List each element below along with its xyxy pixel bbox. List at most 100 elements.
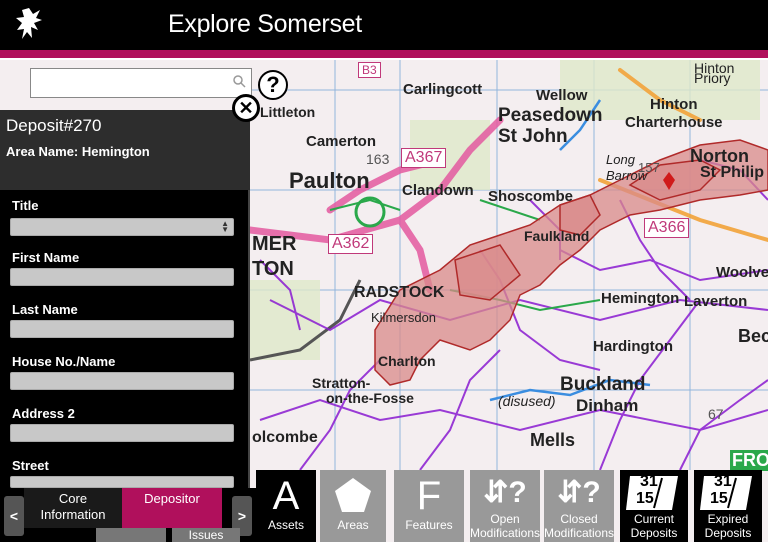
current-deposits-label-2: Deposits — [630, 526, 678, 540]
bottom-toolbar: A Assets Areas F Features ⇵? Open Modifi… — [250, 470, 768, 542]
map-label-radstock: RADSTOCK — [354, 284, 445, 301]
map-label-clandown: Clandown — [402, 182, 474, 199]
field-label-house-no: House No./Name — [12, 354, 116, 369]
select-arrows-icon: ▲ ▼ — [221, 219, 229, 234]
field-label-last-name: Last Name — [12, 302, 78, 317]
map-label-st-philip: St Philip — [700, 164, 764, 181]
features-icon: F — [416, 474, 442, 518]
map-label-mer: MER — [252, 233, 297, 255]
first-name-field[interactable] — [10, 268, 234, 286]
map-label-long: Long — [606, 152, 635, 167]
tab-core-information-line1: Core — [58, 491, 88, 506]
closed-modifications-label-1: Closed — [560, 512, 598, 526]
wyvern-logo-icon — [16, 8, 42, 39]
map-label-157: 157 — [638, 160, 660, 175]
road-label-a366: A366 — [644, 218, 690, 238]
map-label-carlingcott: Carlingcott — [403, 81, 483, 98]
panel-title: Deposit#270 — [6, 116, 102, 135]
open-modifications-label-2: Modifications — [470, 526, 541, 540]
map-label-fro: FRO — [730, 450, 768, 471]
map-label-charlton: Charlton — [378, 353, 436, 369]
last-name-field[interactable] — [10, 320, 234, 338]
map-label-hardington: Hardington — [593, 338, 673, 355]
map-label-olcombe: olcombe — [252, 429, 318, 446]
map-label-dinham: Dinham — [576, 396, 639, 415]
behind-tab — [96, 528, 166, 542]
app-header: Explore Somerset — [0, 0, 768, 50]
tab-core-information-line2: Information — [40, 507, 106, 522]
tab-depositor[interactable]: Depositor — [122, 488, 222, 528]
panel-tab-bar: < Core Information Depositor > Issues — [0, 488, 256, 542]
search-input[interactable] — [30, 68, 252, 98]
road-label-b3: B3 — [358, 62, 381, 78]
expired-deposits-button[interactable]: 31 15 Expired Deposits — [694, 470, 762, 542]
title-select[interactable]: ▲ ▼ — [10, 218, 234, 236]
tab-prev-button[interactable]: < — [4, 496, 24, 536]
map-label-disused: (disused) — [498, 393, 556, 409]
map-label-charterhouse: Charterhouse — [625, 114, 723, 131]
field-label-first-name: First Name — [12, 250, 80, 265]
map-label-wellow: Wellow — [536, 87, 588, 104]
open-modifications-label-1: Open — [490, 512, 520, 526]
modification-question-icon: ⇵? — [483, 476, 527, 509]
assets-button[interactable]: A Assets — [256, 470, 316, 542]
pentagon-icon — [335, 478, 371, 512]
street-field[interactable] — [10, 476, 234, 488]
map-label-kilmersdon: Kilmersdon — [371, 310, 437, 325]
field-label-title: Title — [12, 198, 39, 213]
panel-scrollbar[interactable] — [248, 190, 250, 488]
map-label-bec: Bec — [738, 326, 768, 346]
expired-deposits-cal-top: 31 — [714, 473, 732, 490]
map-label-laverton: Laverton — [684, 293, 748, 310]
depositor-form: Title ▲ ▼ First Name Last Name House No./… — [0, 190, 248, 488]
areas-label: Areas — [337, 518, 369, 532]
address-2-field[interactable] — [10, 424, 234, 442]
closed-modifications-label-2: Modifications — [544, 526, 615, 540]
map-label-shoscombe: Shoscombe — [488, 188, 574, 205]
map-label-hemington: Hemington — [601, 290, 680, 307]
house-no-field[interactable] — [10, 372, 234, 390]
modification-question-icon: ⇵? — [557, 476, 601, 509]
features-button[interactable]: F Features — [394, 470, 464, 542]
map-label-hinton: Hinton — [650, 96, 698, 113]
assets-icon: A — [272, 474, 300, 518]
map-label-163: 163 — [366, 151, 390, 167]
map-label-st-john: St John — [498, 126, 568, 147]
current-deposits-label-1: Current — [633, 512, 674, 526]
assets-label: Assets — [267, 518, 304, 532]
header-accent-bar — [0, 50, 768, 58]
help-icon[interactable]: ? — [258, 70, 288, 100]
current-deposits-cal-top: 31 — [640, 473, 658, 490]
expired-deposits-label-1: Expired — [707, 512, 749, 526]
deposit-panel: Deposit#270 Area Name: Hemington Title ▲… — [0, 110, 250, 488]
areas-button[interactable]: Areas — [320, 470, 386, 542]
expired-deposits-label-2: Deposits — [704, 526, 752, 540]
panel-area-name: Area Name: Hemington — [6, 144, 150, 159]
field-label-street: Street — [12, 458, 49, 473]
map-label-67: 67 — [708, 406, 724, 422]
search-icon[interactable] — [232, 74, 246, 88]
map-label-littleton: Littleton — [260, 104, 316, 120]
open-modifications-button[interactable]: ⇵? Open Modifications — [470, 470, 540, 542]
map-label-camerton: Camerton — [306, 133, 377, 150]
features-label: Features — [405, 518, 453, 532]
expired-deposits-cal-bottom: 15 — [710, 490, 728, 507]
current-deposits-button[interactable]: 31 15 Current Deposits — [620, 470, 688, 542]
map-label-buckland: Buckland — [560, 374, 646, 395]
close-icon[interactable]: ✕ — [232, 94, 260, 122]
map-label-paulton: Paulton — [289, 168, 370, 193]
map-label-woolverton: Woolver — [716, 264, 768, 281]
closed-modifications-button[interactable]: ⇵? Closed Modifications — [544, 470, 614, 542]
current-deposits-cal-bottom: 15 — [636, 490, 654, 507]
map-label-stratton: Stratton- — [312, 375, 371, 391]
panel-header: Deposit#270 Area Name: Hemington — [0, 110, 250, 190]
field-label-address-2: Address 2 — [12, 406, 75, 421]
map-label-ton: TON — [252, 258, 294, 280]
map-label-on-the-fosse: on-the-Fosse — [326, 390, 414, 406]
map-label-priory: Priory — [694, 70, 731, 86]
map-label-mells: Mells — [530, 430, 576, 450]
tab-core-information[interactable]: Core Information — [24, 488, 122, 528]
tab-issues[interactable]: Issues — [172, 528, 240, 542]
map-label-peasedown: Peasedown — [498, 105, 603, 126]
road-label-a367: A367 — [401, 148, 447, 168]
